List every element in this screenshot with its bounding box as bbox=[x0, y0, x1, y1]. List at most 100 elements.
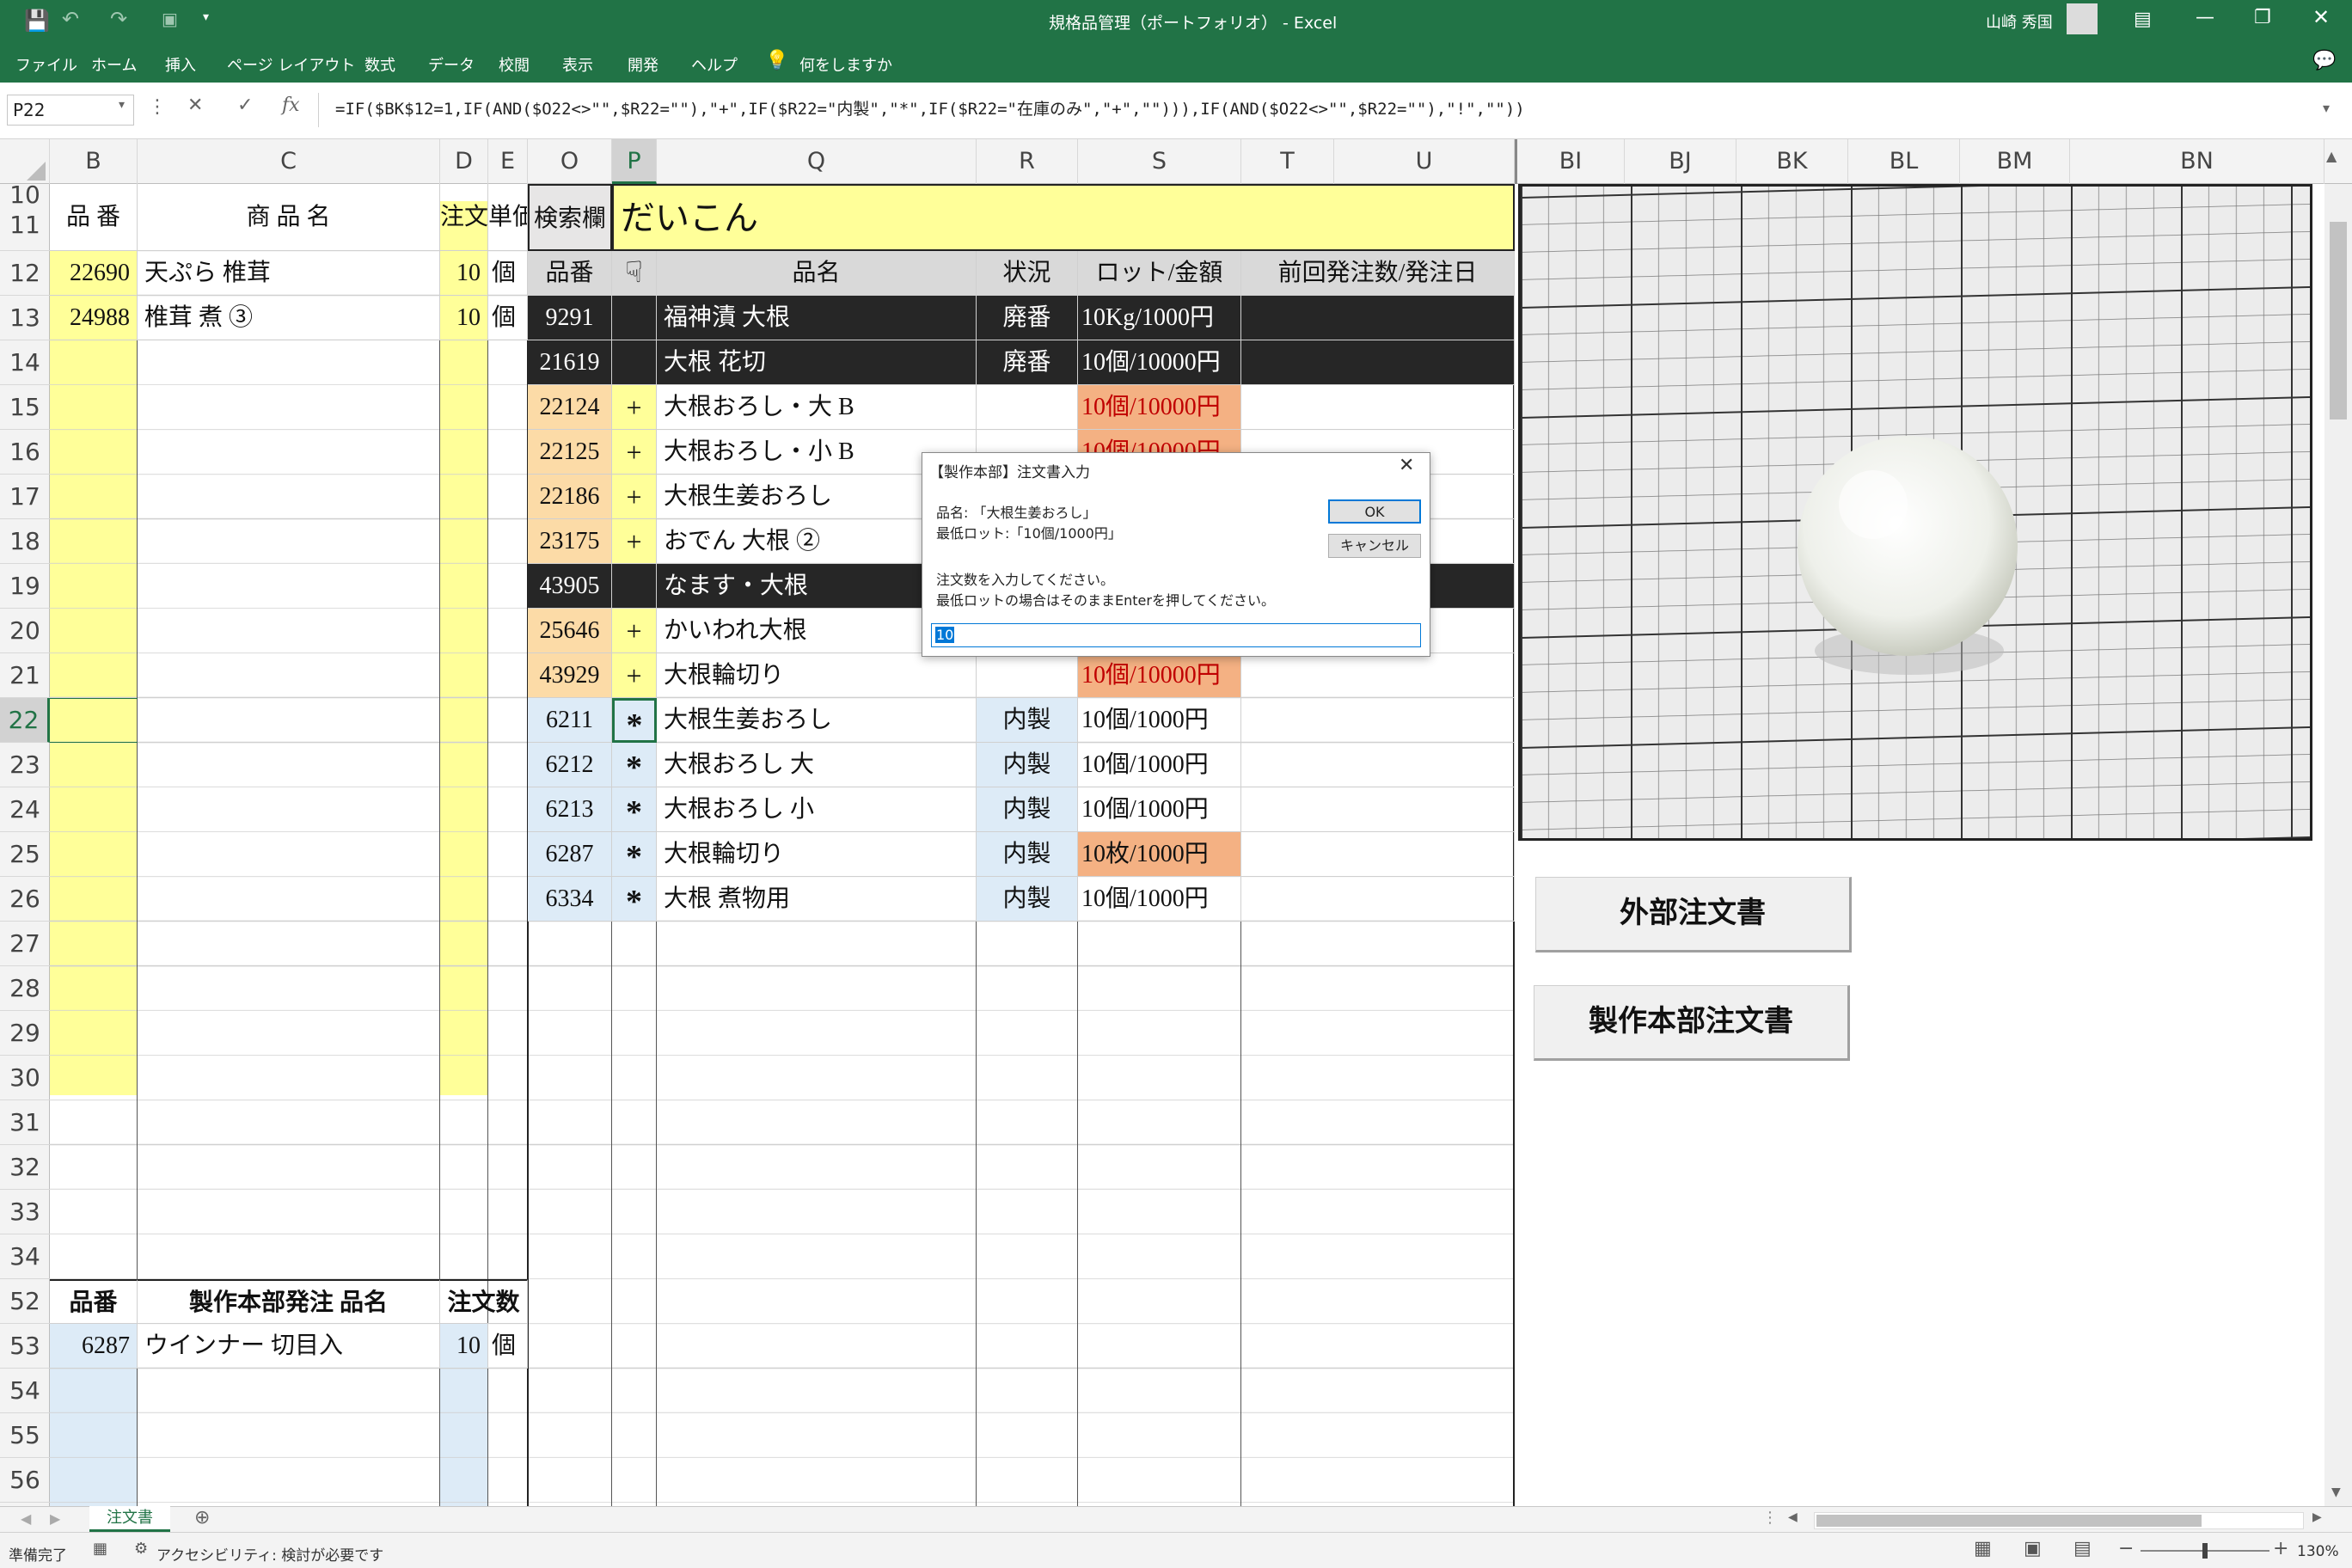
tab-split-icon[interactable]: ⋮ bbox=[1762, 1509, 1778, 1527]
col-header-p[interactable]: P bbox=[612, 139, 657, 184]
right-row-code[interactable]: 6334 bbox=[528, 877, 612, 922]
right-row-code[interactable]: 25646 bbox=[528, 609, 612, 653]
right-row-lot[interactable]: 10個/1000円 bbox=[1078, 743, 1241, 787]
right-row-code[interactable]: 21619 bbox=[528, 340, 612, 385]
right-row-lot[interactable]: 10個/10000円 bbox=[1078, 385, 1241, 430]
col-header-t[interactable]: T bbox=[1241, 139, 1334, 184]
zoom-in-icon[interactable]: + bbox=[2273, 1538, 2288, 1559]
dialog-close-icon[interactable]: ✕ bbox=[1399, 455, 1414, 476]
col-header-bm[interactable]: BM bbox=[1960, 139, 2070, 184]
right-row-status[interactable]: 廃番 bbox=[977, 340, 1078, 385]
row-header-23[interactable]: 23 bbox=[0, 743, 50, 787]
row-header-26[interactable]: 26 bbox=[0, 877, 50, 922]
right-row-code[interactable]: 6213 bbox=[528, 787, 612, 832]
undo-icon[interactable]: ↶ bbox=[62, 7, 79, 31]
right-row-name[interactable]: 大根 花切 bbox=[657, 340, 977, 385]
vertical-scrollbar[interactable]: ▼ bbox=[2324, 184, 2352, 1506]
right-row-name[interactable]: 大根輪切り bbox=[657, 653, 977, 698]
right-row-prev[interactable] bbox=[1241, 877, 1515, 922]
right-row-mark[interactable]: + bbox=[612, 609, 657, 653]
right-header-mark[interactable]: ☟ bbox=[612, 251, 657, 296]
right-row-lot[interactable]: 10Kg/1000円 bbox=[1078, 296, 1241, 340]
zoom-slider[interactable] bbox=[2141, 1543, 2269, 1559]
tab-formulas[interactable]: 数式 bbox=[364, 53, 395, 76]
select-all-corner[interactable] bbox=[0, 139, 50, 184]
row-header-20[interactable]: 20 bbox=[0, 609, 50, 653]
left-row-qty[interactable]: 10 bbox=[440, 251, 488, 296]
minimize-icon[interactable]: — bbox=[2196, 7, 2214, 28]
right-row-lot[interactable]: 10個/1000円 bbox=[1078, 698, 1241, 743]
row-header-32[interactable]: 32 bbox=[0, 1145, 50, 1190]
col-header-d[interactable]: D bbox=[440, 139, 488, 184]
section2-row-code[interactable]: 6287 bbox=[50, 1324, 138, 1369]
redo-icon[interactable]: ↷ bbox=[110, 7, 127, 31]
order-quantity-input[interactable]: 10 bbox=[931, 623, 1421, 647]
right-row-mark[interactable]: * bbox=[612, 832, 657, 877]
col-header-q[interactable]: Q bbox=[657, 139, 977, 184]
tab-page-layout[interactable]: ページ レイアウト bbox=[227, 53, 355, 76]
right-header-code[interactable]: 品番 bbox=[528, 251, 612, 296]
row-header-22[interactable]: 22 bbox=[0, 698, 50, 743]
col-header-bl[interactable]: BL bbox=[1848, 139, 1960, 184]
internal-order-button[interactable]: 製作本部注文書 bbox=[1534, 985, 1850, 1061]
right-row-prev[interactable] bbox=[1241, 653, 1515, 698]
right-row-mark[interactable]: * bbox=[612, 787, 657, 832]
right-row-mark[interactable] bbox=[612, 296, 657, 340]
right-header-status[interactable]: 状況 bbox=[977, 251, 1078, 296]
right-row-code[interactable]: 22125 bbox=[528, 430, 612, 475]
row-header-25[interactable]: 25 bbox=[0, 832, 50, 877]
row-header-31[interactable]: 31 bbox=[0, 1100, 50, 1145]
section2-row-unit[interactable]: 個 bbox=[488, 1324, 528, 1369]
ribbon-display-icon[interactable]: ▤ bbox=[2134, 9, 2152, 30]
right-row-code[interactable]: 22186 bbox=[528, 475, 612, 519]
right-row-name[interactable]: 大根生姜おろし bbox=[657, 698, 977, 743]
row-header-29[interactable]: 29 bbox=[0, 1011, 50, 1056]
right-row-status[interactable]: 内製 bbox=[977, 787, 1078, 832]
right-row-mark[interactable]: + bbox=[612, 430, 657, 475]
page-layout-view-icon[interactable]: ▣ bbox=[2024, 1538, 2042, 1559]
col-header-u[interactable]: U bbox=[1334, 139, 1515, 184]
prev-sheet-icon[interactable]: ◀ bbox=[21, 1510, 31, 1527]
right-row-code[interactable]: 23175 bbox=[528, 519, 612, 564]
normal-view-icon[interactable]: ▦ bbox=[1974, 1538, 1992, 1559]
right-row-status[interactable]: 内製 bbox=[977, 698, 1078, 743]
section2-header-name[interactable]: 製作本部発注 品名 bbox=[138, 1279, 440, 1324]
left-row-code[interactable]: 24988 bbox=[50, 296, 138, 340]
right-row-code[interactable]: 22124 bbox=[528, 385, 612, 430]
row-header-56[interactable]: 56 bbox=[0, 1458, 50, 1503]
col-header-s[interactable]: S bbox=[1078, 139, 1241, 184]
zoom-slider-thumb[interactable] bbox=[2202, 1543, 2208, 1559]
right-row-name[interactable]: 大根輪切り bbox=[657, 832, 977, 877]
row-header-12[interactable]: 12 bbox=[0, 251, 50, 296]
vertical-scroll-down-icon[interactable]: ▼ bbox=[2331, 1485, 2341, 1499]
col-header-bi[interactable]: BI bbox=[1515, 139, 1625, 184]
right-row-lot[interactable]: 10個/10000円 bbox=[1078, 340, 1241, 385]
right-row-prev[interactable] bbox=[1241, 832, 1515, 877]
macro-record-icon[interactable]: ▦ bbox=[93, 1540, 107, 1558]
left-header-name[interactable]: 商 品 名 bbox=[138, 184, 440, 251]
left-header-qty[interactable]: 注文 bbox=[440, 184, 488, 251]
right-row-code[interactable]: 6211 bbox=[528, 698, 612, 743]
right-row-status[interactable]: 内製 bbox=[977, 743, 1078, 787]
right-row-name[interactable]: 大根おろし 小 bbox=[657, 787, 977, 832]
right-row-code[interactable]: 43905 bbox=[528, 564, 612, 609]
row-header-13[interactable]: 13 bbox=[0, 296, 50, 340]
right-row-lot[interactable]: 10個/1000円 bbox=[1078, 877, 1241, 922]
right-row-lot[interactable]: 10枚/1000円 bbox=[1078, 832, 1241, 877]
right-row-prev[interactable] bbox=[1241, 787, 1515, 832]
more-icon[interactable]: ⋮ bbox=[148, 96, 167, 118]
row-header-28[interactable]: 28 bbox=[0, 966, 50, 1011]
tab-review[interactable]: 校閲 bbox=[499, 53, 530, 76]
user-name[interactable]: 山崎 秀国 bbox=[1986, 10, 2053, 33]
right-row-prev[interactable] bbox=[1241, 340, 1515, 385]
row-header-33[interactable]: 33 bbox=[0, 1190, 50, 1234]
right-row-mark[interactable] bbox=[612, 340, 657, 385]
external-order-button[interactable]: 外部注文書 bbox=[1535, 877, 1852, 952]
section2-row-qty[interactable]: 10 bbox=[440, 1324, 488, 1369]
tab-help[interactable]: ヘルプ bbox=[691, 53, 738, 76]
row-header-17[interactable]: 17 bbox=[0, 475, 50, 519]
section2-header-qty[interactable]: 注文数 bbox=[440, 1279, 528, 1324]
tab-home[interactable]: ホーム bbox=[91, 53, 137, 76]
right-row-prev[interactable] bbox=[1241, 296, 1515, 340]
row-header-54[interactable]: 54 bbox=[0, 1369, 50, 1413]
